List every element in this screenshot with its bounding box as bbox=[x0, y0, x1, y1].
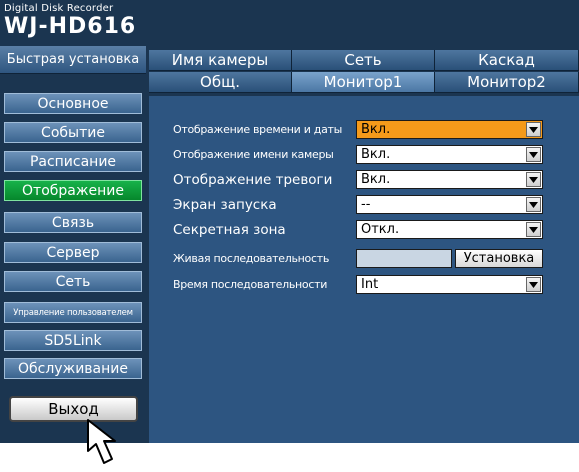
select-value: Откл. bbox=[361, 222, 400, 237]
chevron-down-icon[interactable] bbox=[526, 147, 541, 162]
tab-camera-name[interactable]: Имя камеры bbox=[149, 50, 292, 71]
select-value: Вкл. bbox=[361, 122, 391, 137]
select-value: -- bbox=[361, 197, 371, 212]
sidebar-item-display[interactable]: Отображение bbox=[4, 180, 142, 201]
chevron-down-icon[interactable] bbox=[526, 172, 541, 187]
select-camera-name-display[interactable]: Вкл. bbox=[356, 145, 543, 164]
sequence-setup-button[interactable]: Установка bbox=[455, 249, 543, 268]
live-sequence-field bbox=[356, 249, 452, 268]
sidebar-item-network[interactable]: Сеть bbox=[4, 271, 142, 292]
sidebar-item-sd5link[interactable]: SD5Link bbox=[4, 330, 142, 351]
select-value: Вкл. bbox=[361, 172, 391, 187]
select-privacy-zone[interactable]: Откл. bbox=[356, 220, 543, 239]
sidebar-item-event[interactable]: Событие bbox=[4, 122, 142, 143]
chevron-down-icon[interactable] bbox=[526, 222, 541, 237]
select-value: Int bbox=[361, 277, 379, 292]
select-alarm-display[interactable]: Вкл. bbox=[356, 170, 543, 189]
label-alarm-display: Отображение тревоги bbox=[173, 171, 333, 188]
tab-monitor1[interactable]: Монитор1 bbox=[292, 72, 435, 93]
label-sequence-time: Время последовательности bbox=[173, 278, 328, 291]
label-startup-screen: Экран запуска bbox=[173, 196, 277, 213]
select-value: Вкл. bbox=[361, 147, 391, 162]
sidebar-item-server[interactable]: Сервер bbox=[4, 242, 142, 263]
tab-general[interactable]: Общ. bbox=[149, 72, 292, 93]
sidebar-item-user-management[interactable]: Управление пользователем bbox=[4, 302, 142, 323]
label-live-sequence: Живая последовательность bbox=[173, 252, 330, 265]
sidebar-item-maintenance[interactable]: Обслуживание bbox=[4, 358, 142, 379]
device-subtitle: Digital Disk Recorder bbox=[4, 3, 114, 14]
device-header: Digital Disk Recorder WJ-HD616 bbox=[0, 0, 146, 42]
select-startup-screen[interactable]: -- bbox=[356, 195, 543, 214]
chevron-down-icon[interactable] bbox=[526, 277, 541, 292]
arrow-cursor-icon bbox=[87, 419, 116, 464]
sidebar: Основное Событие Расписание Отображение … bbox=[0, 80, 146, 443]
device-model: WJ-HD616 bbox=[4, 14, 137, 39]
label-time-date-display: Отображение времени и даты bbox=[173, 123, 343, 136]
tab-network[interactable]: Сеть bbox=[292, 50, 435, 71]
label-camera-name-display: Отображение имени камеры bbox=[173, 148, 334, 161]
sidebar-item-communication[interactable]: Связь bbox=[4, 212, 142, 233]
select-time-date-display[interactable]: Вкл. bbox=[356, 120, 543, 139]
chevron-down-icon[interactable] bbox=[526, 122, 541, 137]
tab-cascade[interactable]: Каскад bbox=[435, 50, 579, 71]
sidebar-item-schedule[interactable]: Расписание bbox=[4, 151, 142, 172]
select-sequence-time[interactable]: Int bbox=[356, 275, 543, 294]
tab-monitor2[interactable]: Монитор2 bbox=[435, 72, 579, 93]
quick-setup-button[interactable]: Быстрая установка bbox=[0, 46, 146, 74]
label-privacy-zone: Секретная зона bbox=[173, 221, 286, 238]
sidebar-item-basic[interactable]: Основное bbox=[4, 93, 142, 114]
chevron-down-icon[interactable] bbox=[526, 197, 541, 212]
